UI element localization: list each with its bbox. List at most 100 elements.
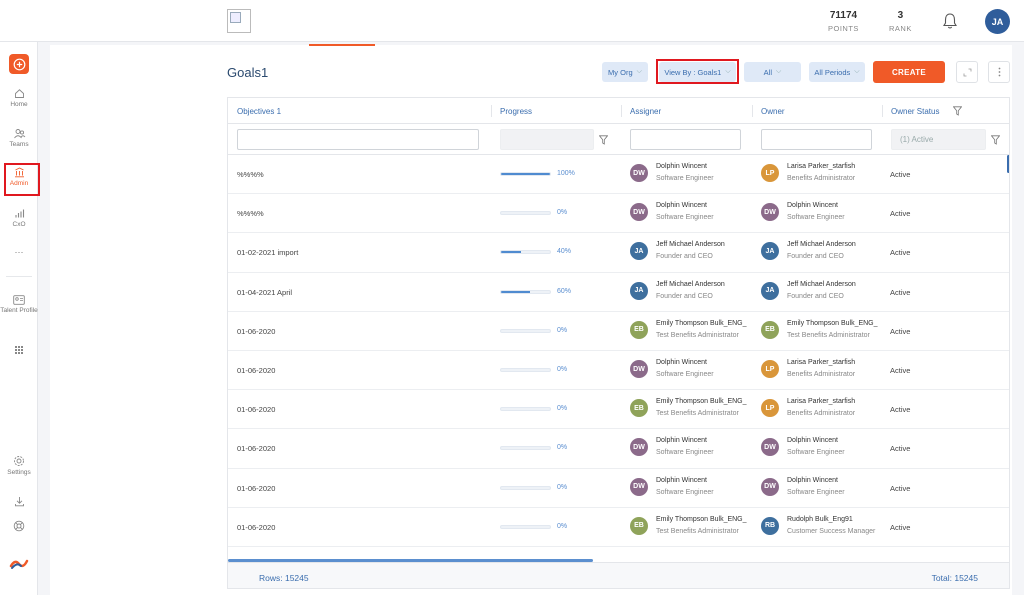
table-row[interactable]: 01-06-2020 0% DW Dolphin Wincent Software En…	[228, 469, 1009, 508]
column-divider	[621, 105, 622, 117]
objectives-filter-input[interactable]	[237, 129, 479, 150]
gear-icon	[14, 456, 24, 466]
all-periods-dropdown[interactable]: All Periods ⌵	[809, 62, 865, 82]
my-org-dropdown[interactable]: My Org ⌵	[602, 62, 648, 82]
column-header-assigner[interactable]: Assigner	[630, 107, 661, 116]
create-button[interactable]: CREATE	[873, 61, 945, 83]
owner-status-filter-input[interactable]: (1) Active	[891, 129, 986, 150]
objective-cell[interactable]: %%%%	[237, 170, 264, 179]
owner-role: Software Engineer	[787, 488, 845, 496]
table-row[interactable]: 01-06-2020 0% EB Emily Thompson Bulk_ENG_ Te…	[228, 390, 1009, 430]
sidebar-item-cxo[interactable]: CxO	[0, 208, 38, 229]
owner-name: Jeff Michael Anderson	[787, 280, 856, 288]
sidebar-item-teams[interactable]: Teams	[0, 128, 38, 149]
view-by-highlight-box	[656, 59, 739, 84]
column-header-owner-status[interactable]: Owner Status	[891, 107, 939, 116]
support-icon	[13, 520, 25, 532]
owner-role: Test Benefits Administrator	[787, 331, 870, 339]
owner-status-cell: Active	[890, 248, 911, 258]
all-dropdown[interactable]: All ⌵	[744, 62, 801, 82]
avatar: JA	[630, 281, 648, 300]
objective-cell[interactable]: 01-02-2021 import	[237, 248, 298, 257]
table-row[interactable]: %%%% 0% DW Dolphin Wincent Software Engineer…	[228, 194, 1009, 234]
column-divider	[752, 105, 753, 117]
bell-icon[interactable]	[942, 12, 958, 30]
owner-status-cell: Active	[890, 483, 911, 493]
assigner-role: Test Benefits Administrator	[656, 331, 739, 339]
rank-stat: 3 RANK	[889, 10, 912, 33]
all-periods-label: All Periods	[814, 67, 851, 77]
progress-filter-input[interactable]	[500, 129, 594, 150]
sidebar-item-label: Talent Profile	[0, 307, 38, 314]
progress-bar	[500, 289, 551, 294]
objective-cell[interactable]: %%%%	[237, 209, 264, 218]
owner-status-cell: Active	[890, 366, 911, 375]
owner-filter-input[interactable]	[761, 129, 872, 150]
owner-name: Emily Thompson Bulk_ENG_	[787, 319, 878, 327]
table-row[interactable]: 01-02-2021 import 40% JA Jeff Michael Ander…	[228, 233, 1009, 273]
sidebar-item-more[interactable]: ···	[0, 248, 38, 257]
table-row[interactable]: 01-06-2020 0% EB Emily Thompson Bulk_ENG_ Te…	[228, 312, 1009, 351]
progress-percent: 0%	[557, 522, 568, 530]
avatar: EB	[630, 320, 648, 339]
vertical-scrollbar[interactable]	[1007, 155, 1009, 173]
kebab-menu-icon	[998, 67, 1000, 77]
sidebar-item-settings[interactable]: Settings	[0, 455, 38, 477]
column-header-progress[interactable]: Progress	[500, 107, 532, 116]
filter-icon[interactable]	[599, 135, 608, 145]
owner-name: Dolphin Wincent	[787, 476, 838, 484]
table-row[interactable]: 01-06-2020 0% EB Emily Thompson Bulk_ENG_ Te…	[228, 508, 1009, 547]
owner-status-cell: Active	[890, 287, 911, 297]
avatar: EB	[630, 399, 648, 418]
sidebar-item-download[interactable]	[0, 496, 38, 509]
avatar: DW	[630, 438, 648, 457]
owner-name: Rudolph Bulk_Eng91	[787, 515, 853, 523]
filter-icon[interactable]	[953, 106, 962, 116]
sidebar-item-apps[interactable]	[0, 345, 38, 357]
progress-bar	[500, 328, 551, 333]
table-row[interactable]: 01-06-2020 0% DW Dolphin Wincent Software En…	[228, 429, 1009, 469]
progress-percent: 0%	[557, 405, 568, 413]
avatar: DW	[630, 360, 648, 378]
sidebar-item-support[interactable]	[0, 520, 38, 534]
objective-cell[interactable]: 01-04-2021 April	[237, 288, 292, 297]
owner-status-cell: Active	[890, 326, 911, 336]
plus-circle-icon	[13, 58, 25, 70]
sidebar-item-talent-profile[interactable]: Talent Profile	[0, 295, 38, 315]
assigner-filter-input[interactable]	[630, 129, 741, 150]
avatar: DW	[630, 164, 648, 182]
assigner-name: Dolphin Wincent	[656, 359, 707, 366]
id-card-icon	[13, 295, 25, 305]
add-button[interactable]	[9, 54, 29, 74]
user-avatar[interactable]: JA	[985, 9, 1010, 34]
table-row[interactable]: 01-06-2020 0% DW Dolphin Wincent Software En…	[228, 351, 1009, 391]
objective-cell[interactable]: 01-06-2020	[237, 366, 275, 375]
column-header-owner[interactable]: Owner	[761, 107, 785, 116]
assigner-name: Dolphin Wincent	[656, 437, 707, 445]
owner-role: Benefits Administrator	[787, 371, 856, 378]
assigner-name: Dolphin Wincent	[656, 476, 707, 484]
objective-cell[interactable]: 01-06-2020	[237, 484, 275, 493]
assigner-name: Dolphin Wincent	[656, 163, 707, 170]
objective-cell[interactable]: 01-06-2020	[237, 523, 275, 532]
sidebar-item-home[interactable]: Home	[0, 88, 38, 109]
objective-cell[interactable]: 01-06-2020	[237, 327, 275, 336]
column-header-objectives[interactable]: Objectives 1	[237, 107, 281, 116]
filter-row: (1) Active	[228, 124, 1009, 155]
all-label: All	[763, 67, 773, 77]
more-options-button[interactable]	[988, 61, 1010, 83]
assigner-role: Software Engineer	[656, 488, 714, 496]
owner-status-cell: Active	[890, 170, 911, 179]
avatar: EB	[630, 516, 648, 535]
table-row[interactable]: %%%% 100% DW Dolphin Wincent Software Engine…	[228, 155, 1009, 195]
filter-icon[interactable]	[991, 135, 1000, 145]
expand-icon	[963, 68, 971, 76]
table-row[interactable]: 01-04-2021 April 60% JA Jeff Michael Anders…	[228, 273, 1009, 312]
objective-cell[interactable]: 01-06-2020	[237, 444, 275, 453]
expand-button[interactable]	[956, 61, 978, 83]
chevron-down-icon: ⌵	[776, 68, 782, 75]
objective-cell[interactable]: 01-06-2020	[237, 405, 275, 414]
assigner-name: Jeff Michael Anderson	[656, 241, 725, 249]
brand-logo-icon[interactable]	[9, 556, 29, 572]
assigner-role: Test Benefits Administrator	[656, 527, 739, 535]
